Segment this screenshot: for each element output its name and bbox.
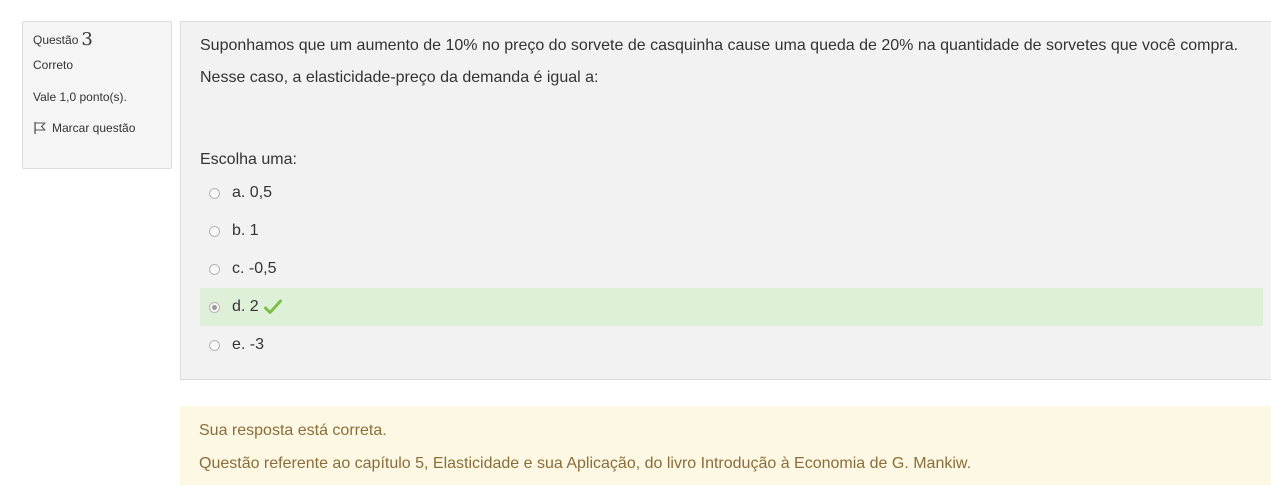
answer-option-d[interactable]: d. 2 [200,288,1263,326]
flag-icon [34,122,46,134]
answer-option-label: e. -3 [232,336,265,353]
specific-feedback: Sua resposta está correta. [199,422,387,439]
question-number-value: 3 [81,29,93,50]
question-text-main: Suponhamos que um aumento de 10% no preç… [200,37,1239,54]
checkmark-icon [263,299,282,314]
feedback-panel: Sua resposta está correta. Questão refer… [180,406,1271,485]
answer-option-b[interactable]: b. 1 [200,212,1263,250]
question-label: Questão [33,33,79,47]
answer-option-label: b. 1 [232,222,259,239]
answer-prompt: Escolha uma: [200,151,297,168]
radio-button[interactable] [209,187,220,199]
radio-button[interactable] [209,339,220,351]
general-feedback: Questão referente ao capítulo 5, Elastic… [199,455,972,472]
question-state: Correto [33,58,74,72]
question-text: Suponhamos que um aumento de 10% no preç… [200,35,1260,89]
question-info-panel: Questão 3 Correto Vale 1,0 ponto(s). Marc… [22,21,172,169]
answer-option-label: a. 0,5 [232,184,273,201]
radio-button[interactable] [209,263,220,275]
flag-question-label: Marcar questão [52,121,136,135]
answer-option-label: d. 2 [232,298,259,315]
flag-question-link[interactable]: Marcar questão [33,121,161,135]
radio-button[interactable] [209,225,220,237]
question-text-secondary: Nesse caso, a elasticidade-preço da dema… [200,69,599,86]
answer-option-e[interactable]: e. -3 [200,326,1263,364]
question-content: Suponhamos que um aumento de 10% no preç… [180,21,1271,380]
answer-option-a[interactable]: a. 0,5 [200,174,1263,212]
answer-options: a. 0,5 b. 1 c. -0,5 d. 2 e. -3 [200,174,1263,364]
answer-option-label: c. -0,5 [232,260,277,277]
question-number: Questão 3 [33,29,161,50]
radio-button-selected[interactable] [209,301,220,313]
answer-option-c[interactable]: c. -0,5 [200,250,1263,288]
question-grade: Vale 1,0 ponto(s). [33,90,127,104]
